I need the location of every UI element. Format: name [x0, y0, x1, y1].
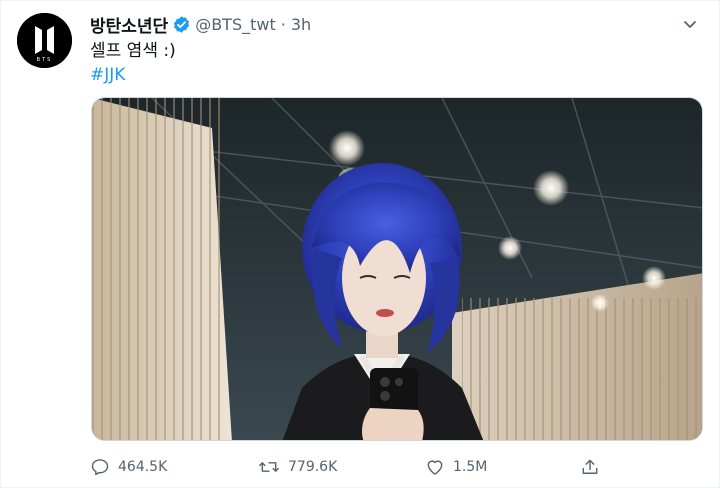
- retweet-count: 779.6K: [288, 459, 338, 475]
- tweet-card[interactable]: BTS 방탄소년단 @BTS_twt · 3h 셀프 염색 :) #JJK 46…: [0, 0, 720, 488]
- handle[interactable]: @BTS_twt: [195, 15, 276, 34]
- retweet-button[interactable]: 779.6K: [258, 454, 337, 480]
- hashtag-link[interactable]: #JJK: [90, 63, 125, 87]
- tweet-actions: 464.5K 779.6K 1.5M: [90, 454, 610, 480]
- share-icon: [582, 459, 598, 474]
- separator-dot: ·: [280, 14, 286, 34]
- avatar-logo-text: BTS: [37, 57, 53, 63]
- more-caret-icon[interactable]: [677, 11, 703, 37]
- tweet-header: 방탄소년단 @BTS_twt · 3h: [90, 11, 703, 37]
- avatar[interactable]: BTS: [17, 13, 72, 68]
- selfie-photo-image: [92, 98, 702, 440]
- reply-button[interactable]: 464.5K: [90, 454, 167, 480]
- reply-icon: [91, 459, 109, 476]
- like-icon: [427, 460, 443, 475]
- tweet-text: 셀프 염색 :): [90, 41, 176, 61]
- like-count: 1.5M: [453, 459, 488, 475]
- retweet-icon: [259, 462, 279, 472]
- tweet-content: 방탄소년단 @BTS_twt · 3h 셀프 염색 :) #JJK: [90, 11, 703, 87]
- like-button[interactable]: 1.5M: [425, 454, 487, 480]
- share-button[interactable]: [580, 454, 608, 480]
- display-name[interactable]: 방탄소년단: [90, 12, 168, 37]
- reply-count: 464.5K: [118, 459, 168, 475]
- timestamp[interactable]: 3h: [291, 15, 311, 34]
- bts-logo-icon: BTS: [17, 13, 72, 68]
- tweet-photo[interactable]: [91, 97, 703, 441]
- verified-badge-icon: [172, 15, 191, 34]
